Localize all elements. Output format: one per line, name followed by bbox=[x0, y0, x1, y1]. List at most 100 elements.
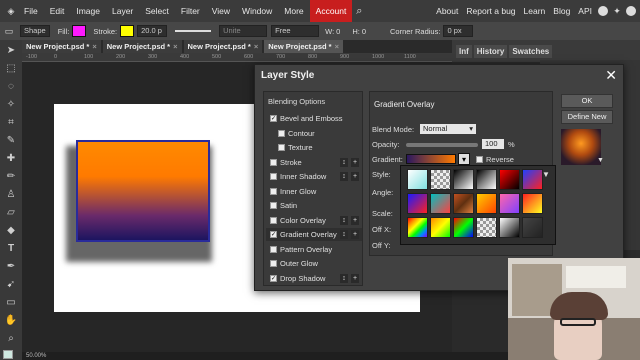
stroke-color-swatch[interactable] bbox=[120, 25, 135, 37]
search-icon[interactable]: ⌕ bbox=[354, 6, 364, 17]
tab-info[interactable]: Inf bbox=[456, 45, 472, 58]
menu-view[interactable]: View bbox=[206, 0, 236, 22]
style-checkbox[interactable] bbox=[270, 173, 277, 180]
reverse-checkbox[interactable] bbox=[476, 156, 483, 163]
gradient-preset-swatch[interactable] bbox=[522, 193, 543, 214]
add-icon[interactable]: + bbox=[351, 230, 359, 239]
menu-filter[interactable]: Filter bbox=[175, 0, 206, 22]
style-item-texture[interactable]: Texture bbox=[266, 141, 362, 154]
menu-edit[interactable]: Edit bbox=[44, 0, 71, 22]
style-checkbox[interactable] bbox=[278, 144, 285, 151]
lasso-tool-icon[interactable]: ◌ bbox=[4, 80, 18, 94]
reorder-icon[interactable]: ↕ bbox=[340, 215, 348, 225]
gradient-preset-swatch[interactable] bbox=[407, 169, 428, 190]
path-select-tool-icon[interactable]: ➹ bbox=[4, 278, 18, 292]
style-item-inner-glow[interactable]: Inner Glow bbox=[266, 185, 362, 198]
style-item-bevel-and-emboss[interactable]: ✓ Bevel and Emboss bbox=[266, 112, 362, 125]
style-item-gradient-overlay[interactable]: ✓ Gradient Overlay ↕ + bbox=[266, 228, 362, 241]
gradient-preset-swatch[interactable] bbox=[430, 193, 451, 214]
opacity-slider[interactable] bbox=[406, 143, 478, 147]
menu-layer[interactable]: Layer bbox=[106, 0, 139, 22]
move-tool-icon[interactable]: ➤ bbox=[4, 44, 18, 58]
gradient-preset-swatch[interactable] bbox=[407, 193, 428, 214]
close-icon[interactable]: × bbox=[92, 42, 96, 51]
menu-more[interactable]: More bbox=[278, 0, 309, 22]
gradient-preset-swatch[interactable] bbox=[407, 217, 428, 238]
add-icon[interactable]: + bbox=[351, 273, 359, 283]
define-new-button[interactable]: Define New bbox=[561, 110, 613, 124]
text-tool-icon[interactable]: T bbox=[4, 242, 18, 256]
eyedropper-tool-icon[interactable]: ✎ bbox=[4, 134, 18, 148]
app-logo-icon[interactable]: ◈ bbox=[6, 6, 16, 16]
tab-project-4[interactable]: New Project.psd * × bbox=[264, 40, 343, 53]
style-item-outer-glow[interactable]: Outer Glow bbox=[266, 257, 362, 270]
eraser-tool-icon[interactable]: ▱ bbox=[4, 206, 18, 220]
menu-api[interactable]: API bbox=[574, 0, 596, 22]
menu-select[interactable]: Select bbox=[139, 0, 175, 22]
unite-select[interactable]: Unite bbox=[219, 25, 268, 37]
menu-blog[interactable]: Blog bbox=[549, 0, 574, 22]
style-checkbox[interactable] bbox=[270, 245, 277, 253]
menu-account[interactable]: Account bbox=[309, 0, 353, 22]
style-checkbox[interactable] bbox=[270, 158, 277, 166]
close-icon[interactable]: × bbox=[254, 42, 258, 51]
close-icon[interactable]: ✕ bbox=[605, 66, 617, 84]
zoom-level[interactable]: 50.00% bbox=[26, 353, 46, 359]
gradient-preview[interactable] bbox=[406, 154, 456, 164]
close-icon[interactable]: × bbox=[173, 42, 177, 51]
style-item-pattern-overlay[interactable]: Pattern Overlay bbox=[266, 243, 362, 256]
close-icon[interactable]: × bbox=[335, 42, 339, 51]
stroke-style-select[interactable] bbox=[175, 30, 212, 32]
style-checkbox[interactable] bbox=[270, 187, 277, 195]
gradient-preset-swatch[interactable] bbox=[453, 217, 474, 238]
blending-options-item[interactable]: Blending Options bbox=[268, 97, 325, 106]
h-value[interactable]: 0 bbox=[362, 27, 366, 36]
gradient-preset-swatch[interactable] bbox=[499, 217, 520, 238]
opacity-input[interactable]: 100 bbox=[482, 139, 504, 149]
gradient-preset-swatch[interactable] bbox=[430, 169, 451, 190]
tab-swatches[interactable]: Swatches bbox=[509, 45, 553, 58]
reorder-icon[interactable]: ↕ bbox=[340, 172, 348, 181]
gradient-rectangle-layer[interactable] bbox=[76, 140, 210, 242]
color-swatches[interactable] bbox=[3, 350, 13, 359]
add-icon[interactable]: + bbox=[351, 172, 359, 181]
gradient-preset-swatch[interactable] bbox=[499, 169, 520, 190]
hand-tool-icon[interactable]: ✋ bbox=[4, 314, 18, 328]
gradient-preset-swatch[interactable] bbox=[522, 217, 543, 238]
style-checkbox[interactable]: ✓ bbox=[270, 231, 277, 238]
gradient-dropdown-button[interactable]: ▾ bbox=[458, 153, 470, 165]
style-item-inner-shadow[interactable]: Inner Shadow ↕ + bbox=[266, 170, 362, 183]
fill-tool-icon[interactable]: ◆ bbox=[4, 224, 18, 238]
stroke-width-input[interactable]: 20.0 p bbox=[137, 25, 168, 37]
crop-tool-icon[interactable]: ⌗ bbox=[4, 116, 18, 130]
style-item-contour[interactable]: Contour bbox=[266, 127, 362, 140]
tab-project-2[interactable]: New Project.psd * × bbox=[102, 40, 182, 53]
menu-image[interactable]: Image bbox=[70, 0, 106, 22]
style-item-color-overlay[interactable]: Color Overlay ↕ + bbox=[266, 214, 362, 227]
ok-button[interactable]: OK bbox=[561, 94, 613, 108]
style-checkbox[interactable] bbox=[270, 260, 277, 267]
stamp-tool-icon[interactable]: ♙ bbox=[4, 188, 18, 202]
rectangle-tool-icon[interactable]: ▭ bbox=[4, 296, 18, 310]
style-item-satin[interactable]: Satin bbox=[266, 199, 362, 212]
brush-tool-icon[interactable]: ✏ bbox=[4, 170, 18, 184]
blend-mode-select[interactable]: Normal ▾ bbox=[420, 124, 476, 134]
corner-radius-input[interactable]: 0 px bbox=[443, 25, 474, 37]
style-item-stroke[interactable]: Stroke ↕ + bbox=[266, 156, 362, 169]
tab-history[interactable]: History bbox=[473, 45, 508, 58]
gradient-preset-swatch[interactable] bbox=[476, 169, 497, 190]
marquee-tool-icon[interactable]: ⬚ bbox=[4, 62, 18, 76]
reorder-icon[interactable]: ↕ bbox=[340, 273, 348, 283]
shape-mode-select[interactable]: Shape bbox=[20, 25, 50, 37]
tab-project-3[interactable]: New Project.psd * × bbox=[183, 40, 263, 53]
style-checkbox[interactable] bbox=[270, 202, 277, 209]
twitter-icon[interactable]: ✦ bbox=[612, 6, 622, 16]
reddit-icon[interactable] bbox=[598, 6, 608, 16]
w-value[interactable]: 0 bbox=[336, 27, 340, 36]
style-checkbox[interactable] bbox=[270, 216, 277, 224]
reorder-icon[interactable]: ↕ bbox=[340, 157, 348, 167]
gradient-preset-swatch[interactable] bbox=[476, 217, 497, 238]
facebook-icon[interactable] bbox=[626, 6, 636, 16]
gradient-preset-swatch[interactable] bbox=[499, 193, 520, 214]
menu-report-bug[interactable]: Report a bug bbox=[462, 0, 519, 22]
